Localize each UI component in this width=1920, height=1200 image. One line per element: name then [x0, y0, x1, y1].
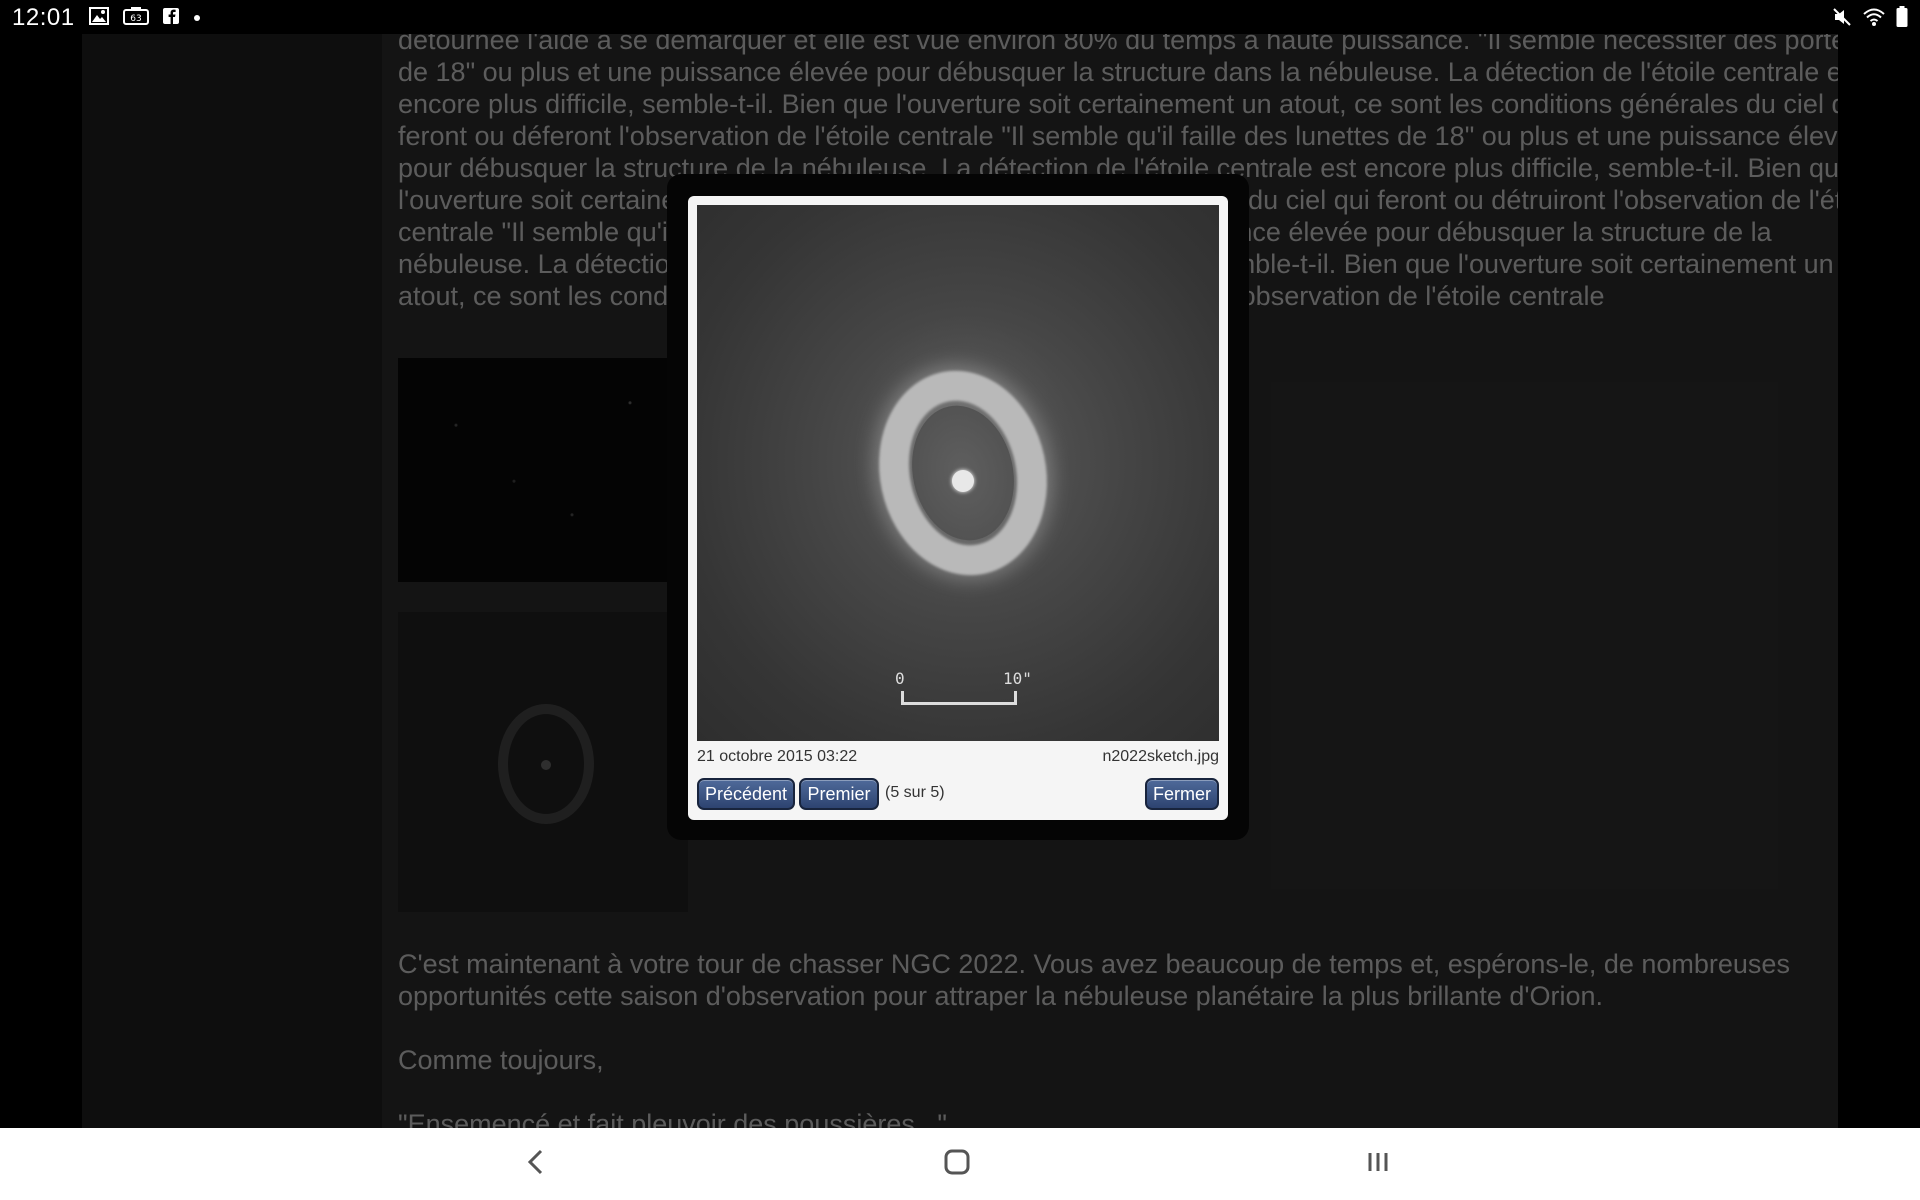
first-button[interactable]: Premier: [799, 778, 879, 810]
dot-icon: [193, 9, 201, 27]
facebook-icon: [162, 7, 179, 30]
central-star: [952, 470, 974, 492]
home-button[interactable]: [927, 1142, 987, 1186]
scale-label-start: 0: [895, 669, 905, 688]
scale-bar: [901, 691, 1017, 705]
status-right: [1832, 6, 1908, 33]
image-meta: 21 octobre 2015 03:22 n2022sketch.jpg: [697, 748, 1219, 770]
image-filename: n2022sketch.jpg: [1102, 748, 1219, 765]
image-date: 21 octobre 2015 03:22: [697, 748, 858, 765]
back-icon: [526, 1148, 546, 1181]
mute-icon: [1832, 7, 1852, 32]
navigation-bar: [0, 1128, 1920, 1200]
back-button[interactable]: [506, 1142, 566, 1186]
close-button[interactable]: Fermer: [1145, 778, 1219, 810]
svg-text:63: 63: [130, 14, 141, 24]
lightbox: 0 10" 21 octobre 2015 03:22 n2022sketch.…: [688, 196, 1228, 820]
battery-icon: [1896, 6, 1908, 33]
previous-button[interactable]: Précédent: [697, 778, 795, 810]
status-left: 12:01 63: [12, 4, 201, 32]
image-icon: [88, 6, 109, 30]
wifi-icon: [1862, 7, 1886, 32]
status-time: 12:01: [12, 4, 75, 31]
status-bar: 12:01 63: [0, 0, 1920, 34]
hdr-camera-icon: 63: [122, 6, 149, 30]
scale-label-end: 10": [1003, 669, 1032, 688]
home-icon: [943, 1148, 971, 1181]
lightbox-image[interactable]: 0 10": [697, 205, 1219, 741]
lightbox-controls: Précédent Premier (5 sur 5) Fermer: [697, 778, 1219, 810]
recents-icon: [1365, 1149, 1391, 1180]
recents-button[interactable]: [1348, 1142, 1408, 1186]
image-counter: (5 sur 5): [885, 784, 945, 801]
